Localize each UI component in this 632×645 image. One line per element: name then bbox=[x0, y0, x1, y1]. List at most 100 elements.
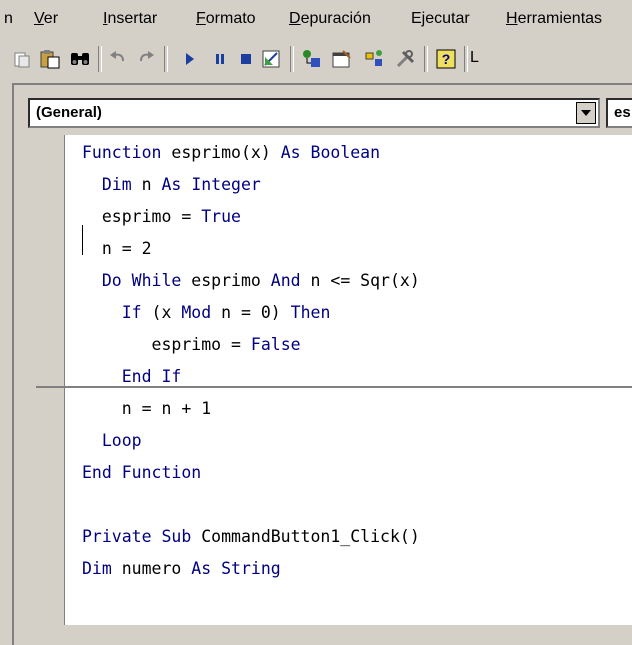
toolbar-separator bbox=[164, 46, 168, 72]
code-line[interactable]: Do While esprimo And n <= Sqr(x) bbox=[82, 265, 420, 297]
code-keyword: Boolean bbox=[310, 143, 381, 162]
code-editor[interactable]: Function esprimo(x) As Boolean Dim n As … bbox=[28, 135, 632, 625]
code-line[interactable]: esprimo = True bbox=[82, 201, 241, 233]
object-browser-button[interactable] bbox=[360, 45, 388, 73]
menu-item-depuracion[interactable]: Depuración bbox=[289, 10, 371, 28]
toolbar-separator bbox=[424, 46, 428, 72]
code-keyword: Private Sub bbox=[82, 527, 192, 546]
procedure-separator bbox=[36, 386, 632, 388]
redo-button[interactable] bbox=[132, 45, 160, 73]
code-line[interactable]: Function esprimo(x) As Boolean bbox=[82, 137, 380, 169]
paste-special-button[interactable] bbox=[36, 45, 64, 73]
code-keyword: String bbox=[221, 559, 281, 578]
undo-icon bbox=[110, 51, 124, 62]
code-line[interactable]: End Function bbox=[82, 457, 201, 489]
undo-button[interactable] bbox=[104, 45, 132, 73]
find-icon bbox=[71, 53, 89, 65]
menu-item-ver[interactable]: Ver bbox=[34, 10, 58, 28]
menu-accel: H bbox=[506, 10, 518, 27]
stop-icon bbox=[241, 54, 251, 64]
code-text: n = 0) bbox=[211, 303, 291, 322]
menu-rest: nsertar bbox=[107, 10, 158, 27]
code-line[interactable]: If (x Mod n = 0) Then bbox=[82, 297, 331, 329]
code-keyword: Loop bbox=[101, 431, 142, 450]
properties-icon bbox=[332, 50, 351, 68]
procedure-dropdown-value: es bbox=[614, 104, 631, 121]
code-keyword: Function bbox=[82, 143, 162, 162]
menu-item-formato[interactable]: Formato bbox=[196, 10, 256, 28]
code-line[interactable]: End If bbox=[82, 361, 182, 393]
code-line[interactable]: Loop bbox=[82, 425, 142, 457]
menu-rest: epuración bbox=[300, 10, 371, 27]
toolbar-separator bbox=[290, 46, 294, 72]
pause-button[interactable] bbox=[206, 45, 234, 73]
design-mode-button[interactable] bbox=[258, 45, 286, 73]
code-text: n <= Sqr(x) bbox=[300, 271, 420, 290]
menu-item-partial[interactable]: n bbox=[4, 10, 13, 28]
chevron-down-icon[interactable] bbox=[576, 102, 596, 124]
find-button[interactable] bbox=[66, 45, 94, 73]
design-mode-icon bbox=[262, 50, 280, 68]
run-button[interactable] bbox=[176, 45, 204, 73]
menu-item-insertar[interactable]: Insertar bbox=[103, 10, 157, 28]
menu-accel: D bbox=[289, 10, 301, 27]
code-text: esprimo = bbox=[82, 335, 251, 354]
paste-icon bbox=[14, 52, 30, 68]
code-keyword: As bbox=[191, 559, 212, 578]
menu-rest: er bbox=[43, 10, 59, 27]
menu-accel: V bbox=[34, 10, 44, 27]
toolbox-button[interactable] bbox=[392, 45, 420, 73]
code-text: esprimo(x) bbox=[161, 143, 281, 162]
menu-accel: F bbox=[196, 10, 206, 27]
run-icon bbox=[186, 53, 194, 65]
project-explorer-button[interactable] bbox=[298, 45, 326, 73]
code-text: CommandButton1_Click() bbox=[191, 527, 420, 546]
menu-rest: erramientas bbox=[517, 10, 603, 27]
code-text: n = 2 bbox=[82, 239, 152, 258]
menu-bar: n Ver Insertar Formato Depuración Ejecut… bbox=[0, 0, 632, 38]
code-line[interactable]: Private Sub CommandButton1_Click() bbox=[82, 521, 420, 553]
procedure-dropdown[interactable]: es bbox=[606, 98, 632, 128]
toolbox-icon bbox=[396, 50, 415, 68]
code-keyword: As bbox=[161, 175, 182, 194]
menu-item-ejecutar[interactable]: Ejecutar bbox=[411, 10, 470, 28]
code-line[interactable]: esprimo = False bbox=[82, 329, 301, 361]
stop-button[interactable] bbox=[232, 45, 260, 73]
code-keyword: True bbox=[201, 207, 241, 226]
code-text: n = n + 1 bbox=[82, 399, 212, 418]
properties-button[interactable] bbox=[328, 45, 356, 73]
code-text: numero bbox=[111, 559, 192, 578]
code-line[interactable]: Dim n As Integer bbox=[82, 169, 261, 201]
code-keyword: Dim bbox=[82, 559, 112, 578]
code-keyword: End If bbox=[121, 367, 182, 386]
code-keyword: Integer bbox=[191, 175, 261, 194]
toolbar-separator bbox=[98, 46, 102, 72]
code-text: esprimo bbox=[181, 271, 271, 290]
code-keyword: Mod bbox=[181, 303, 212, 322]
menu-rest: ormato bbox=[205, 10, 256, 27]
toolbar-separator bbox=[464, 46, 468, 72]
text-caret bbox=[82, 225, 83, 255]
paste-button[interactable] bbox=[8, 45, 36, 73]
margin-indicator-bar[interactable] bbox=[28, 135, 65, 625]
toolbar: ? L bbox=[0, 38, 632, 80]
code-line[interactable]: Dim numero As String bbox=[82, 553, 281, 585]
help-button[interactable]: ? bbox=[432, 45, 460, 73]
code-keyword: End Function bbox=[82, 463, 202, 482]
svg-text:?: ? bbox=[442, 51, 451, 67]
object-dropdown[interactable]: (General) bbox=[28, 98, 600, 128]
project-explorer-icon bbox=[303, 50, 320, 67]
paste-special-icon bbox=[40, 50, 60, 69]
code-keyword: And bbox=[270, 271, 301, 290]
code-keyword: False bbox=[250, 335, 301, 354]
code-line[interactable]: n = 2 bbox=[82, 233, 152, 265]
code-line[interactable]: n = n + 1 bbox=[82, 393, 211, 425]
menu-item-herramientas[interactable]: Herramientas bbox=[506, 10, 602, 28]
help-icon: ? bbox=[436, 49, 456, 69]
code-text: n bbox=[131, 175, 162, 194]
